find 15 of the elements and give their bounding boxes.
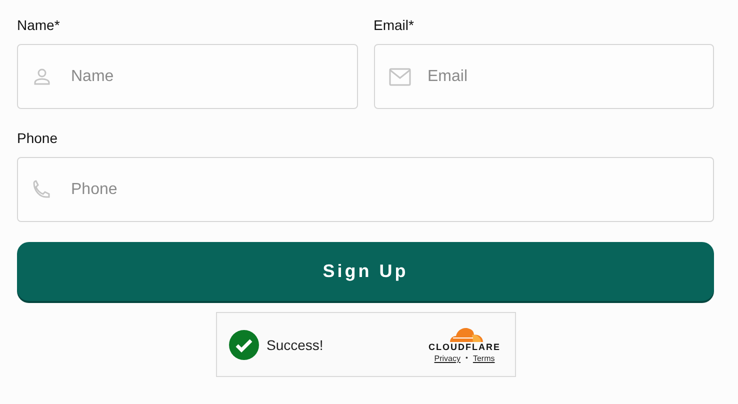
brand-name: CLOUDFLARE bbox=[428, 342, 500, 352]
input-field[interactable]: Name bbox=[17, 44, 358, 109]
field-label: Email* bbox=[374, 16, 414, 34]
field-label: Name* bbox=[17, 16, 60, 34]
phone-icon bbox=[32, 180, 52, 200]
input-field[interactable]: Phone bbox=[17, 157, 714, 222]
check-icon bbox=[228, 330, 258, 360]
sign-up-button[interactable]: Sign Up bbox=[17, 242, 714, 301]
terms-link[interactable]: Terms bbox=[472, 354, 495, 363]
input-field[interactable]: Email bbox=[374, 44, 714, 109]
person-icon bbox=[32, 66, 52, 86]
mail-icon bbox=[388, 68, 410, 86]
field-label: Phone bbox=[17, 129, 58, 147]
status-text: Success! bbox=[266, 336, 324, 352]
privacy-link[interactable]: Privacy bbox=[434, 354, 460, 363]
